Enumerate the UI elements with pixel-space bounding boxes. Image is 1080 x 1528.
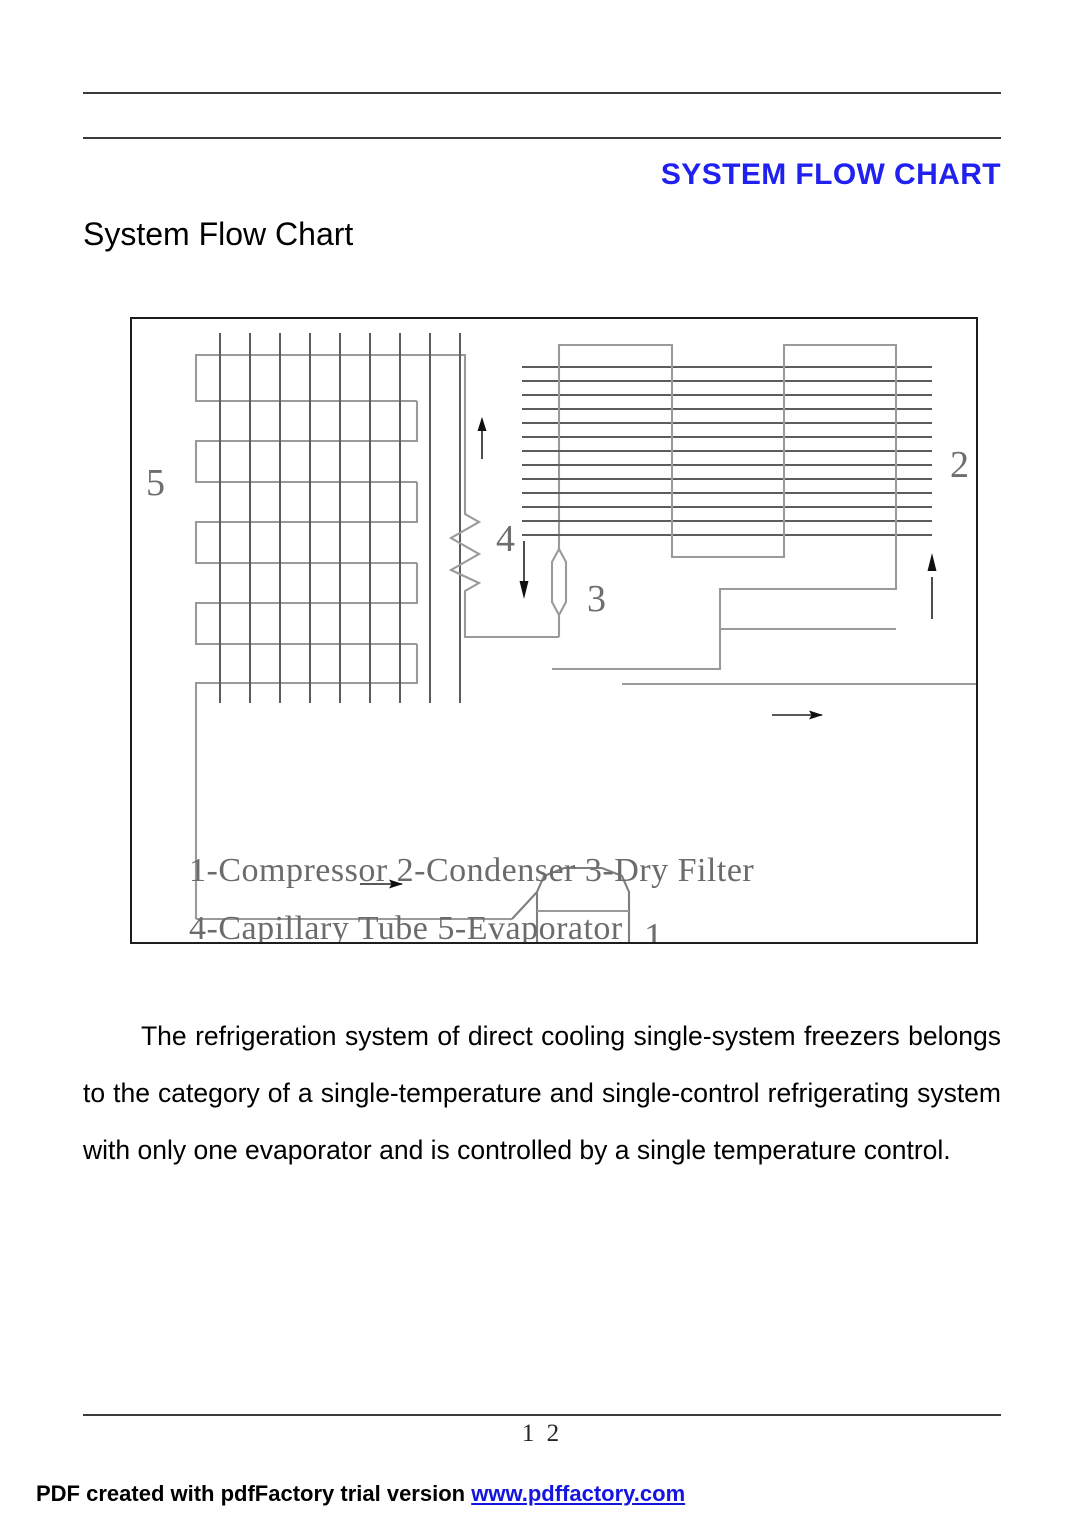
footer-rule — [83, 1414, 1001, 1416]
page-number: 1 2 — [521, 1420, 563, 1447]
callout-compressor: 1 — [644, 916, 663, 942]
callout-condenser: 2 — [950, 444, 969, 486]
page-title: System Flow Chart — [83, 216, 354, 252]
evaporator-group — [194, 333, 467, 919]
body-paragraph: The refrigeration system of direct cooli… — [83, 1021, 1001, 1165]
compressor-group — [511, 682, 976, 942]
legend-line-2: 4-Capillary Tube 5-Evaporator — [189, 910, 623, 942]
legend-line-1: 1-Compressor 2-Condenser 3-Dry Filter — [189, 852, 754, 889]
header-rule-second — [83, 137, 1001, 139]
system-flow-diagram: 5 2 4 3 1 1-Compressor 2-Condenser 3-Dry… — [130, 317, 978, 944]
callout-dry-filter: 3 — [587, 578, 606, 620]
callout-capillary-tube: 4 — [496, 518, 515, 560]
watermark-text: PDF created with pdfFactory trial versio… — [36, 1481, 472, 1506]
diagram-legend: 1-Compressor 2-Condenser 3-Dry Filter 4-… — [189, 852, 754, 942]
running-head: SYSTEM FLOW CHART — [660, 158, 1001, 191]
flow-diagram-svg: 5 2 4 3 1 1-Compressor 2-Condenser 3-Dry… — [146, 333, 976, 942]
pdf-watermark: PDF created with pdfFactory trial versio… — [36, 1481, 685, 1507]
watermark-link[interactable]: www.pdffactory.com — [471, 1481, 685, 1506]
dry-filter-group — [519, 439, 568, 637]
document-page: SYSTEM FLOW CHART System Flow Chart 5 2 … — [0, 0, 1080, 1528]
header-rule-top — [83, 92, 1001, 94]
condenser-group — [522, 343, 937, 671]
callout-evaporator: 5 — [146, 462, 165, 504]
